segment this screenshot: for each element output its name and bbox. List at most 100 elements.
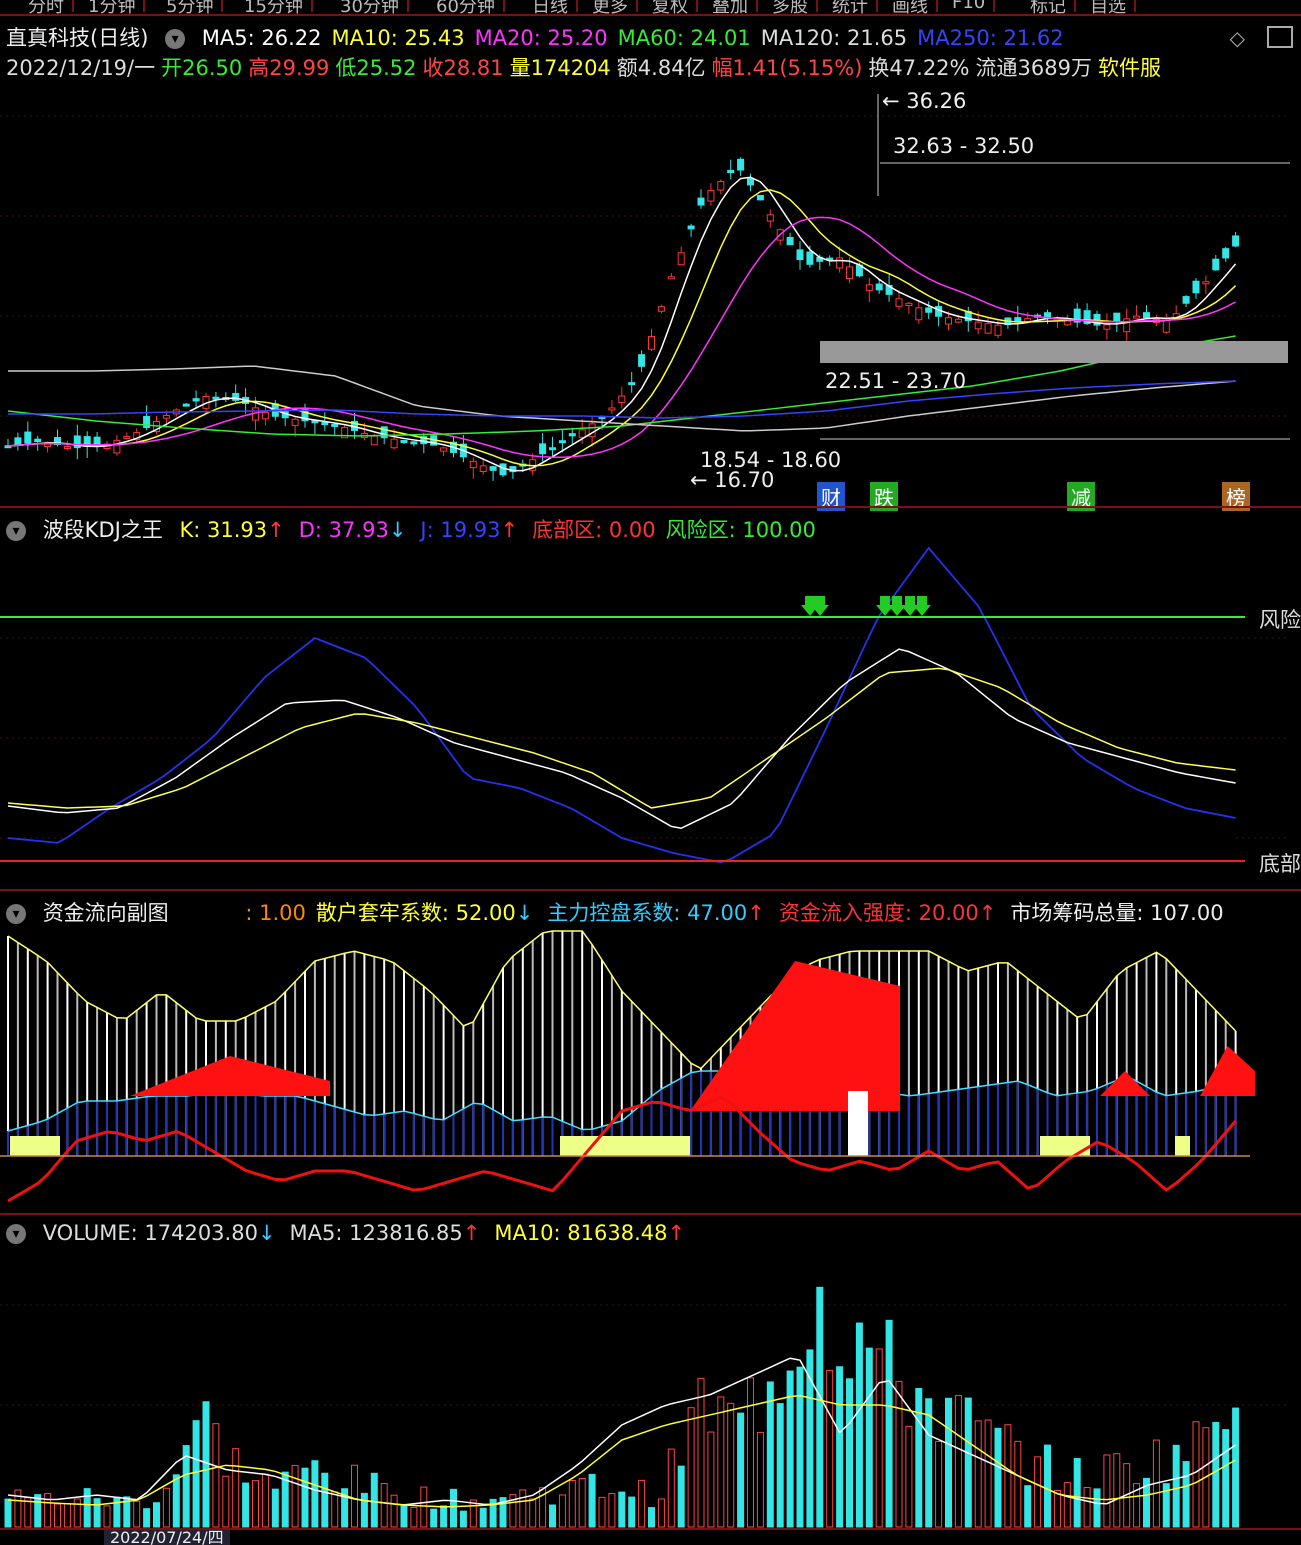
- volume-bar: [727, 1402, 735, 1528]
- candle: [638, 354, 646, 367]
- candle: [558, 440, 566, 444]
- candle: [657, 306, 665, 312]
- kline-panel[interactable]: 直真科技(日线) ▾ MA5: 26.22 MA10: 25.43 MA20: 25…: [0, 14, 1301, 511]
- period-tab[interactable]: F10: [944, 0, 996, 13]
- candle: [796, 249, 804, 261]
- volume-bar: [63, 1503, 71, 1528]
- volume-bar: [311, 1460, 319, 1528]
- volume-bar: [192, 1420, 200, 1528]
- candle: [905, 302, 913, 307]
- fund-flow-chart[interactable]: [0, 891, 1301, 1215]
- volume-bar: [549, 1504, 556, 1528]
- volume-panel[interactable]: ▾ VOLUME: 174203.80↓ MA5: 123816.85↑ MA10:…: [0, 1213, 1301, 1530]
- volume-bar: [846, 1378, 853, 1528]
- period-tab[interactable]: 标记: [1022, 0, 1076, 14]
- period-tab[interactable]: 30分钟: [332, 0, 409, 14]
- volume-ma10-line: [7, 1394, 1236, 1508]
- kline-chart[interactable]: ← 36.2632.63 - 32.5022.51 - 23.7018.54 -…: [0, 16, 1301, 508]
- candle: [667, 276, 675, 280]
- volume-bar: [697, 1377, 705, 1528]
- candle: [370, 435, 378, 446]
- period-tab[interactable]: 复权: [644, 0, 698, 14]
- period-tab[interactable]: 多股: [764, 0, 818, 14]
- candle: [331, 423, 339, 427]
- volume-bar: [1083, 1487, 1091, 1528]
- bottom-zone-block: [1040, 1136, 1090, 1156]
- candle: [1143, 312, 1150, 319]
- volume-bar: [737, 1412, 745, 1528]
- candle: [766, 214, 774, 222]
- volume-bar: [865, 1347, 873, 1528]
- period-tab[interactable]: 统计: [824, 0, 878, 14]
- volume-bar: [776, 1403, 784, 1528]
- volume-bar: [54, 1503, 61, 1528]
- inflow-area: [690, 961, 900, 1111]
- volume-bar: [1103, 1454, 1111, 1528]
- candle: [1162, 320, 1170, 333]
- volume-bar: [836, 1366, 844, 1528]
- candle: [14, 437, 22, 446]
- candle: [628, 382, 636, 386]
- candle: [539, 443, 547, 455]
- volume-bar: [450, 1488, 457, 1528]
- volume-bar: [410, 1506, 418, 1528]
- period-tab[interactable]: 60分钟: [428, 0, 505, 14]
- volume-bar: [974, 1420, 982, 1528]
- volume-bar: [945, 1397, 952, 1528]
- volume-bar: [648, 1507, 655, 1528]
- volume-bar: [935, 1440, 943, 1528]
- volume-bar: [232, 1448, 240, 1528]
- volume-bar: [83, 1488, 91, 1528]
- candle: [390, 438, 398, 449]
- volume-bar: [252, 1480, 259, 1528]
- candle: [786, 236, 794, 246]
- volume-bar: [93, 1498, 101, 1528]
- volume-bar: [143, 1508, 151, 1528]
- kdj-panel[interactable]: ▾ 波段KDJ之王 K: 31.93↑ D: 37.93↓ J: 19.93↑ 底部区…: [0, 506, 1301, 891]
- period-tab[interactable]: 日线: [524, 0, 578, 14]
- volume-bar: [1113, 1453, 1121, 1528]
- candle: [608, 407, 616, 411]
- period-tab[interactable]: 15分钟: [236, 0, 313, 14]
- volume-bar: [1172, 1444, 1180, 1528]
- period-tab[interactable]: 叠加: [704, 0, 758, 14]
- volume-bar: [766, 1381, 774, 1528]
- volume-bar: [826, 1369, 834, 1528]
- kdj-chart[interactable]: [0, 508, 1301, 891]
- period-tab-bar: 分时 1分钟 5分钟 15分钟 30分钟 60分钟 日线 更多 复权 叠加 多股 统计 画线 F10 标记自…: [0, 0, 1301, 14]
- volume-bar: [242, 1482, 250, 1528]
- bottom-zone-label: 底部: [1259, 852, 1301, 876]
- candle: [846, 266, 853, 279]
- period-tab[interactable]: 1分钟: [80, 0, 146, 14]
- period-tab[interactable]: 更多: [584, 0, 638, 14]
- white-block: [848, 1091, 868, 1156]
- volume-bar: [1063, 1482, 1071, 1528]
- period-tab[interactable]: 自选: [1082, 0, 1136, 14]
- candle: [707, 189, 715, 202]
- volume-bar: [420, 1486, 428, 1528]
- candle: [549, 447, 556, 451]
- support-band: [820, 341, 1288, 363]
- price-annotation: ← 36.26: [882, 89, 966, 113]
- fund-flow-panel[interactable]: ▾ 资金流向副图 : 1.00 散户套牢系数: 52.00↓ 主力控盘系数: 47.…: [0, 889, 1301, 1215]
- date-axis: 2022/07/24/四: [0, 1528, 1301, 1545]
- volume-bar: [806, 1349, 814, 1528]
- volume-bar: [380, 1482, 388, 1528]
- candle: [1103, 324, 1111, 330]
- volume-bar: [440, 1505, 448, 1528]
- volume-bar: [301, 1467, 309, 1528]
- period-tab[interactable]: 画线: [884, 0, 938, 14]
- volume-bar: [1053, 1490, 1061, 1528]
- candle: [1222, 248, 1230, 259]
- period-tab[interactable]: 5分钟: [158, 0, 224, 14]
- volume-bar: [667, 1448, 675, 1528]
- volume-bar: [1073, 1458, 1081, 1528]
- candle: [687, 225, 695, 230]
- candle: [182, 403, 190, 407]
- candle: [747, 177, 754, 186]
- volume-bar: [222, 1475, 230, 1528]
- volume-bar: [875, 1348, 883, 1528]
- period-tab[interactable]: 分时: [20, 0, 74, 14]
- volume-chart[interactable]: [0, 1215, 1301, 1530]
- volume-bar: [162, 1487, 170, 1528]
